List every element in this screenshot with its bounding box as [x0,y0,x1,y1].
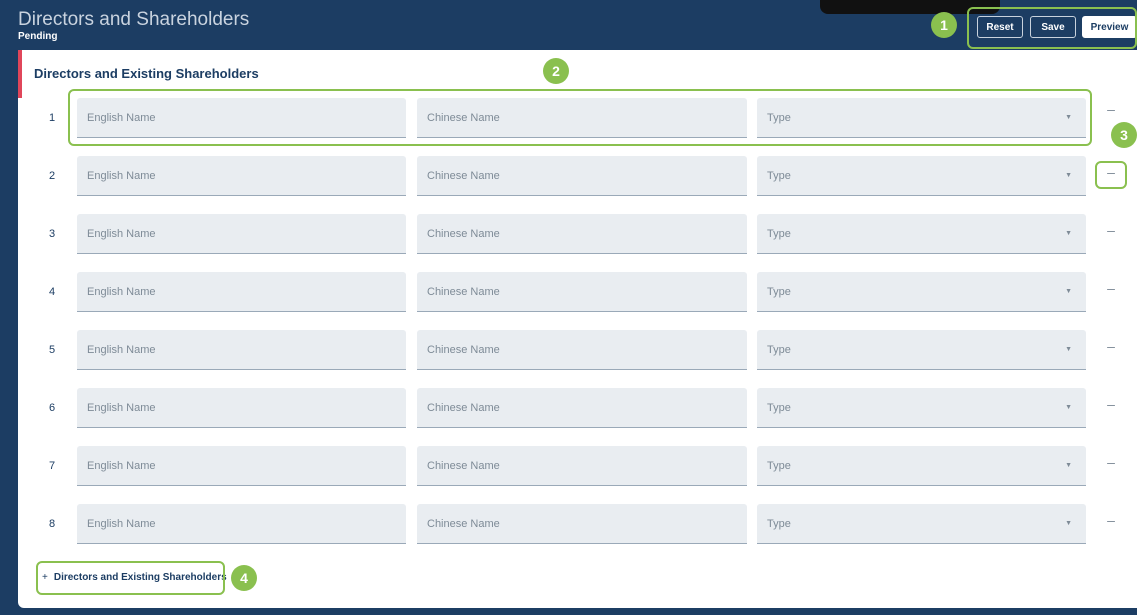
row-number: 5 [48,344,56,356]
chinese-name-input[interactable] [417,214,747,254]
type-select-label: Type [767,227,791,240]
english-name-input[interactable] [77,272,406,312]
type-select[interactable]: Type ▼ [757,330,1086,370]
section-title: Directors and Existing Shareholders [34,66,259,81]
add-shareholder-button[interactable]: + Directors and Existing Shareholders [42,572,227,583]
type-select-label: Type [767,343,791,356]
chinese-name-input[interactable] [417,272,747,312]
english-name-input[interactable] [77,98,406,138]
type-select[interactable]: Type ▼ [757,388,1086,428]
plus-icon: + [42,572,48,583]
annotation-badge-2: 2 [543,58,569,84]
english-name-input[interactable] [77,214,406,254]
remove-row-button[interactable]: – [1104,101,1118,117]
remove-row-button[interactable]: – [1104,164,1118,180]
english-name-input[interactable] [77,156,406,196]
chevron-down-icon: ▼ [1065,462,1072,469]
english-name-input[interactable] [77,446,406,486]
row-number: 6 [48,402,56,414]
annotation-badge-1: 1 [931,12,957,38]
remove-row-button[interactable]: – [1104,454,1118,470]
reset-button[interactable]: Reset [977,16,1023,38]
type-select-label: Type [767,285,791,298]
row-number: 2 [48,170,56,182]
chevron-down-icon: ▼ [1065,230,1072,237]
type-select[interactable]: Type ▼ [757,446,1086,486]
english-name-input[interactable] [77,388,406,428]
chinese-name-input[interactable] [417,504,747,544]
annotation-badge-4: 4 [231,565,257,591]
chevron-down-icon: ▼ [1065,404,1072,411]
save-button[interactable]: Save [1030,16,1076,38]
row-number: 1 [48,112,56,124]
page-header: Directors and Shareholders Pending Reset… [0,0,1137,50]
annotation-badge-3: 3 [1111,122,1137,148]
type-select[interactable]: Type ▼ [757,156,1086,196]
chinese-name-input[interactable] [417,98,747,138]
row-number: 4 [48,286,56,298]
remove-row-button[interactable]: – [1104,280,1118,296]
remove-row-button[interactable]: – [1104,338,1118,354]
preview-button[interactable]: Preview [1082,16,1137,38]
row-number: 3 [48,228,56,240]
type-select-label: Type [767,169,791,182]
row-number: 8 [48,518,56,530]
status-label: Pending [18,31,58,42]
english-name-input[interactable] [77,330,406,370]
type-select[interactable]: Type ▼ [757,504,1086,544]
chevron-down-icon: ▼ [1065,520,1072,527]
chevron-down-icon: ▼ [1065,172,1072,179]
type-select[interactable]: Type ▼ [757,98,1086,138]
chinese-name-input[interactable] [417,156,747,196]
type-select-label: Type [767,111,791,124]
chevron-down-icon: ▼ [1065,288,1072,295]
chevron-down-icon: ▼ [1065,114,1072,121]
chinese-name-input[interactable] [417,446,747,486]
remove-row-button[interactable]: – [1104,512,1118,528]
remove-row-button[interactable]: – [1104,222,1118,238]
chinese-name-input[interactable] [417,330,747,370]
page-title: Directors and Shareholders [18,9,250,30]
type-select[interactable]: Type ▼ [757,272,1086,312]
type-select-label: Type [767,401,791,414]
row-number: 7 [48,460,56,472]
add-shareholder-label: Directors and Existing Shareholders [53,572,227,583]
chevron-down-icon: ▼ [1065,346,1072,353]
section-accent-bar [18,50,22,98]
english-name-input[interactable] [77,504,406,544]
remove-row-button[interactable]: – [1104,396,1118,412]
chinese-name-input[interactable] [417,388,747,428]
type-select[interactable]: Type ▼ [757,214,1086,254]
type-select-label: Type [767,459,791,472]
type-select-label: Type [767,517,791,530]
